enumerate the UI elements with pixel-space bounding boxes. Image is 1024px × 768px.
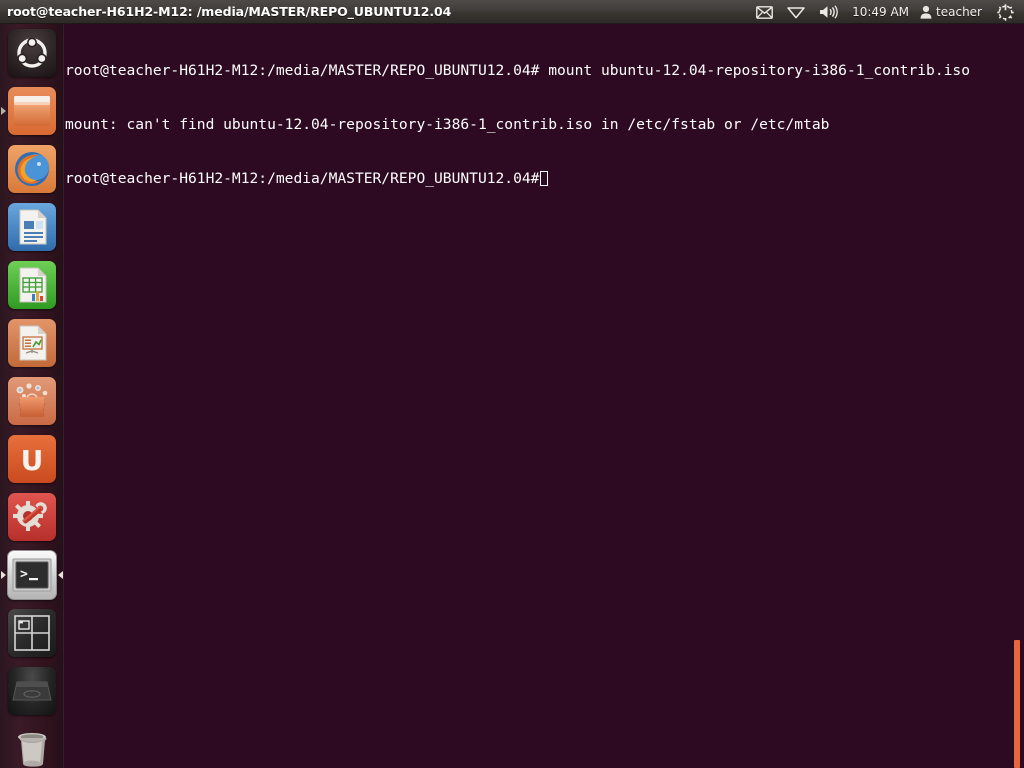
running-indicator-arrow-icon — [1, 107, 6, 115]
launcher-item-files[interactable] — [0, 82, 64, 140]
volume-icon[interactable] — [812, 0, 846, 24]
launcher-item-trash[interactable] — [0, 720, 64, 768]
workspaces-icon — [8, 609, 56, 657]
terminal-prompt: root@teacher-H61H2-M12:/media/MASTER/REP… — [65, 170, 540, 187]
launcher-item-software-center[interactable] — [0, 372, 64, 430]
power-gear-icon[interactable] — [990, 0, 1021, 24]
external-drive-icon — [8, 667, 56, 715]
ubuntu-logo-icon — [8, 29, 56, 77]
terminal-output: root@teacher-H61H2-M12:/media/MASTER/REP… — [64, 24, 970, 224]
shopping-bag-icon — [8, 377, 56, 425]
window-title: root@teacher-H61H2-M12: /media/MASTER/RE… — [7, 4, 452, 19]
unity-launcher[interactable]: U > — [0, 24, 64, 768]
indicator-area: 10:49 AM teacher — [749, 0, 1024, 24]
launcher-item-libreoffice-calc[interactable] — [0, 256, 64, 314]
document-icon — [8, 203, 56, 251]
svg-text:>: > — [20, 567, 28, 582]
trash-icon — [8, 725, 56, 768]
launcher-item-terminal[interactable]: > — [0, 546, 64, 604]
launcher-item-ubuntu-one[interactable]: U — [0, 430, 64, 488]
terminal-line: mount: can't find ubuntu-12.04-repositor… — [65, 116, 830, 133]
ubuntu-one-u-icon: U — [8, 435, 56, 483]
top-panel: root@teacher-H61H2-M12: /media/MASTER/RE… — [0, 0, 1024, 24]
focused-indicator-arrow-icon — [58, 571, 63, 579]
messaging-icon[interactable] — [749, 0, 780, 24]
launcher-item-workspace-switcher[interactable] — [0, 604, 64, 662]
running-indicator-arrow-icon — [1, 571, 6, 579]
terminal-line: root@teacher-H61H2-M12:/media/MASTER/REP… — [65, 62, 970, 79]
launcher-item-system-settings[interactable] — [0, 488, 64, 546]
terminal-icon: > — [7, 550, 57, 600]
gear-wrench-icon — [8, 493, 56, 541]
terminal-scrollbar-track[interactable] — [1014, 24, 1022, 768]
username-label: teacher — [936, 5, 982, 19]
terminal-cursor — [540, 171, 549, 186]
terminal-window[interactable]: root@teacher-H61H2-M12:/media/MASTER/REP… — [64, 24, 1024, 768]
launcher-item-dash-home[interactable] — [0, 24, 64, 82]
user-avatar-icon — [920, 5, 932, 19]
user-menu[interactable]: teacher — [915, 0, 990, 24]
presentation-icon — [8, 319, 56, 367]
clock-indicator[interactable]: 10:49 AM — [846, 5, 915, 19]
launcher-item-removable-device[interactable] — [0, 662, 64, 720]
terminal-line-with-cursor: root@teacher-H61H2-M12:/media/MASTER/REP… — [65, 170, 970, 188]
launcher-item-firefox[interactable] — [0, 140, 64, 198]
network-icon[interactable] — [780, 0, 812, 24]
terminal-scrollbar-thumb[interactable] — [1014, 640, 1020, 768]
spreadsheet-icon — [8, 261, 56, 309]
firefox-icon — [8, 145, 56, 193]
svg-text:U: U — [21, 444, 44, 477]
folder-icon — [8, 87, 56, 135]
desktop-screen: root@teacher-H61H2-M12:/media/MASTER/REP… — [0, 0, 1024, 768]
launcher-item-libreoffice-impress[interactable] — [0, 314, 64, 372]
launcher-item-libreoffice-writer[interactable] — [0, 198, 64, 256]
